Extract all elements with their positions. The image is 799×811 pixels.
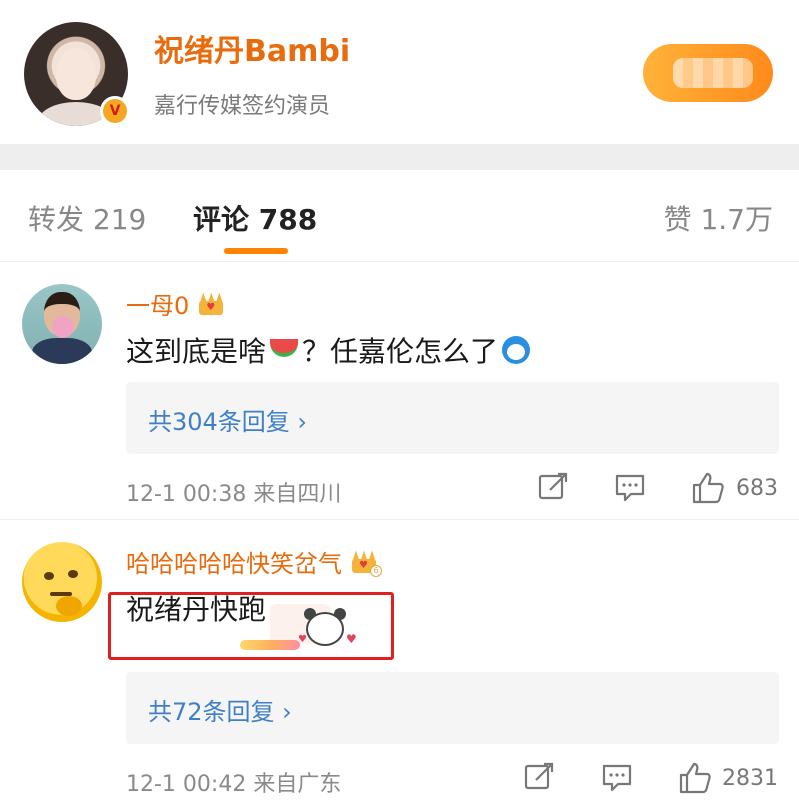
section-divider <box>0 144 799 170</box>
avatar-body <box>32 338 92 364</box>
comment-item: 一母0 ♥ 这到底是啥 ？任嘉伦怎么了 共304条回复 › 12-1 00:38… <box>0 262 799 520</box>
comment-icon[interactable] <box>613 470 647 504</box>
commenter-name[interactable]: 哈哈哈哈哈快笑岔气 <box>126 544 342 579</box>
fan-level-badge: 6 <box>370 564 382 577</box>
commenter-name[interactable]: 一母0 <box>126 286 189 321</box>
crown-icon: ♥ <box>197 291 225 317</box>
replies-link[interactable]: 共304条回复 › <box>148 402 307 437</box>
comment-meta: 12-1 00:42 来自广东 2831 <box>126 760 779 800</box>
tab-repost[interactable]: 转发 219 <box>28 198 146 238</box>
comment-time-location: 12-1 00:42 来自广东 <box>126 772 342 797</box>
blurred-button-label <box>673 58 753 88</box>
post-tabs: 转发 219 评论 788 赞 1.7万 <box>0 170 799 262</box>
avatar-face <box>56 48 96 100</box>
watermelon-icon <box>270 339 299 357</box>
commenter-name-row: 一母0 ♥ <box>126 286 225 321</box>
comment-time-location: 12-1 00:38 来自四川 <box>126 482 342 507</box>
replies-box[interactable]: 共304条回复 › <box>126 382 779 454</box>
crown-icon: ♥ 6 <box>350 549 382 577</box>
tab-like[interactable]: 赞 1.7万 <box>664 198 773 238</box>
replies-link[interactable]: 共72条回复 › <box>148 692 292 727</box>
share-icon[interactable] <box>536 470 570 504</box>
doraemon-icon <box>502 336 531 364</box>
like-count: 2831 <box>722 766 778 791</box>
commenter-name-row: 哈哈哈哈哈快笑岔气 ♥ 6 <box>126 544 382 579</box>
replies-box[interactable]: 共72条回复 › <box>126 672 779 744</box>
follow-button[interactable] <box>643 44 773 102</box>
tab-comment[interactable]: 评论 788 <box>193 198 317 238</box>
author-description: 嘉行传媒签约演员 <box>154 94 331 119</box>
avatar-bubblegum <box>52 316 74 338</box>
comment-text-part: 这到底是啥 <box>126 335 267 368</box>
comment-text-part: ？任嘉伦怎么了 <box>302 335 499 368</box>
red-highlight-annotation <box>108 592 394 660</box>
author-name[interactable]: 祝绪丹Bambi <box>154 26 350 70</box>
like-icon[interactable] <box>690 470 726 506</box>
post-author-header: V 祝绪丹Bambi 嘉行传媒签约演员 <box>0 0 799 144</box>
commenter-avatar[interactable] <box>22 284 102 364</box>
verified-icon: V <box>100 96 130 126</box>
emoji-hand <box>56 596 82 616</box>
emoji-eye <box>68 570 78 578</box>
active-tab-indicator <box>224 248 288 254</box>
comment-meta: 12-1 00:38 来自四川 683 <box>126 470 779 510</box>
comment-text: 这到底是啥 ？任嘉伦怎么了 <box>126 330 531 370</box>
comment-item: 哈哈哈哈哈快笑岔气 ♥ 6 祝绪丹快跑 共72条回复 › 12-1 00:42 … <box>0 520 799 811</box>
commenter-avatar[interactable] <box>22 542 102 622</box>
comment-icon[interactable] <box>600 760 634 794</box>
emoji-eye <box>44 572 54 580</box>
share-icon[interactable] <box>522 760 556 794</box>
like-count: 683 <box>736 476 778 501</box>
like-icon[interactable] <box>677 760 713 796</box>
